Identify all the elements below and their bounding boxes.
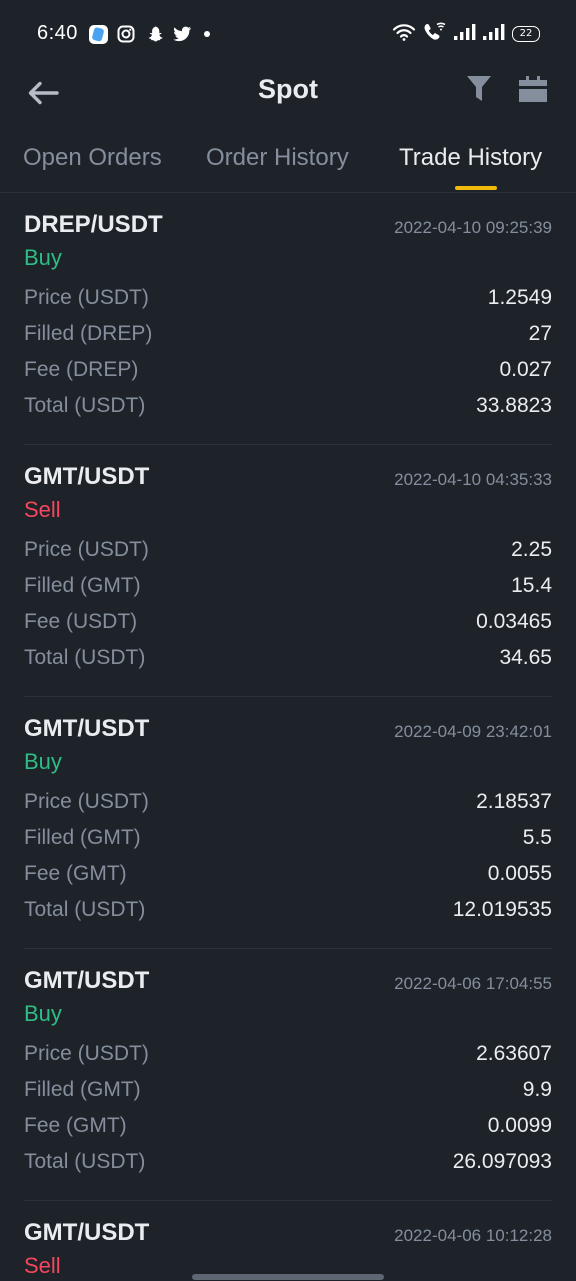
row-value: 12.019535 (452, 898, 552, 921)
total-row: Total (USDT) 33.8823 (24, 394, 552, 424)
row-label: Filled (GMT) (24, 574, 141, 597)
row-value: 0.0055 (487, 862, 552, 885)
calendar-icon (519, 76, 547, 102)
trade-card[interactable]: GMT/USDT 2022-04-06 10:12:28 Sell (0, 1201, 576, 1281)
row-value: 9.9 (522, 1078, 552, 1101)
wifi-calling-icon (423, 22, 447, 47)
filled-row: Filled (GMT) 9.9 (24, 1078, 552, 1108)
battery-icon: 22 (512, 26, 540, 42)
total-row: Total (USDT) 26.097093 (24, 1150, 552, 1180)
trade-time: 2022-04-10 09:25:39 (394, 218, 552, 237)
calendar-button[interactable] (514, 72, 552, 106)
row-label: Total (USDT) (24, 646, 146, 669)
row-label: Fee (DREP) (24, 358, 139, 381)
row-label: Total (USDT) (24, 898, 146, 921)
app-notification-icon (88, 24, 108, 44)
trade-time: 2022-04-10 04:35:33 (394, 470, 552, 489)
fee-row: Fee (USDT) 0.03465 (24, 610, 552, 640)
home-indicator[interactable] (192, 1274, 384, 1280)
signal-icon (454, 23, 476, 45)
filled-row: Filled (DREP) 27 (24, 322, 552, 352)
trade-pair: GMT/USDT (24, 715, 150, 742)
tab-bar: Open Orders Order History Trade History (0, 132, 576, 192)
row-label: Filled (DREP) (24, 322, 153, 345)
row-label: Price (USDT) (24, 286, 149, 309)
tab-trade-history[interactable]: Trade History (399, 144, 542, 172)
notification-icons (88, 23, 210, 45)
row-value: 15.4 (511, 574, 552, 597)
filled-row: Filled (GMT) 15.4 (24, 574, 552, 604)
fee-row: Fee (GMT) 0.0055 (24, 862, 552, 892)
trade-side: Buy (24, 1001, 62, 1026)
row-label: Total (USDT) (24, 1150, 146, 1173)
row-value: 5.5 (522, 826, 552, 849)
row-value: 2.18537 (476, 790, 552, 813)
row-label: Price (USDT) (24, 790, 149, 813)
trade-history-list: DREP/USDT 2022-04-10 09:25:39 Buy Price … (0, 193, 576, 1281)
trade-side: Sell (24, 497, 61, 522)
row-label: Price (USDT) (24, 1042, 149, 1065)
row-label: Fee (GMT) (24, 862, 127, 885)
fee-row: Fee (GMT) 0.0099 (24, 1114, 552, 1144)
row-label: Price (USDT) (24, 538, 149, 561)
price-row: Price (USDT) 1.2549 (24, 286, 552, 316)
row-value: 1.2549 (487, 286, 552, 309)
snapchat-icon (144, 24, 164, 44)
total-row: Total (USDT) 12.019535 (24, 898, 552, 928)
row-value: 0.03465 (476, 610, 552, 633)
row-value: 2.63607 (476, 1042, 552, 1065)
trade-pair: GMT/USDT (24, 463, 150, 490)
row-value: 27 (528, 322, 552, 345)
trade-side: Buy (24, 749, 62, 774)
trade-card[interactable]: GMT/USDT 2022-04-09 23:42:01 Buy Price (… (0, 697, 576, 949)
fee-row: Fee (DREP) 0.027 (24, 358, 552, 388)
row-value: 2.25 (511, 538, 552, 561)
row-label: Fee (GMT) (24, 1114, 127, 1137)
trade-pair: DREP/USDT (24, 211, 163, 238)
system-icons: 22 (392, 22, 540, 47)
trade-card[interactable]: DREP/USDT 2022-04-10 09:25:39 Buy Price … (0, 193, 576, 445)
total-row: Total (USDT) 34.65 (24, 646, 552, 676)
row-value: 34.65 (499, 646, 552, 669)
row-value: 0.027 (499, 358, 552, 381)
row-value: 26.097093 (452, 1150, 552, 1173)
filled-row: Filled (GMT) 5.5 (24, 826, 552, 856)
trade-time: 2022-04-09 23:42:01 (394, 722, 552, 741)
filter-button[interactable] (462, 72, 496, 106)
price-row: Price (USDT) 2.25 (24, 538, 552, 568)
status-bar: 6:40 22 (0, 0, 576, 64)
filter-icon (467, 76, 491, 101)
trade-card[interactable]: GMT/USDT 2022-04-10 04:35:33 Sell Price … (0, 445, 576, 697)
top-app-bar: Spot (0, 64, 576, 120)
tab-order-history[interactable]: Order History (206, 144, 349, 172)
status-time: 6:40 (37, 22, 78, 44)
trade-pair: GMT/USDT (24, 1219, 150, 1246)
active-tab-indicator (455, 186, 497, 190)
trade-pair: GMT/USDT (24, 967, 150, 994)
more-notifications-dot (204, 31, 210, 37)
row-value: 0.0099 (487, 1114, 552, 1137)
row-label: Total (USDT) (24, 394, 146, 417)
row-value: 33.8823 (476, 394, 552, 417)
wifi-icon (392, 23, 416, 46)
trade-side: Buy (24, 245, 62, 270)
trade-time: 2022-04-06 10:12:28 (394, 1226, 552, 1245)
trade-side: Sell (24, 1253, 61, 1278)
row-label: Filled (GMT) (24, 1078, 141, 1101)
row-label: Fee (USDT) (24, 610, 138, 633)
twitter-icon (172, 24, 192, 44)
price-row: Price (USDT) 2.18537 (24, 790, 552, 820)
signal-icon-2 (483, 23, 505, 45)
trade-time: 2022-04-06 17:04:55 (394, 974, 552, 993)
tab-open-orders[interactable]: Open Orders (23, 144, 162, 172)
instagram-icon (116, 24, 136, 44)
price-row: Price (USDT) 2.63607 (24, 1042, 552, 1072)
trade-card[interactable]: GMT/USDT 2022-04-06 17:04:55 Buy Price (… (0, 949, 576, 1201)
row-label: Filled (GMT) (24, 826, 141, 849)
